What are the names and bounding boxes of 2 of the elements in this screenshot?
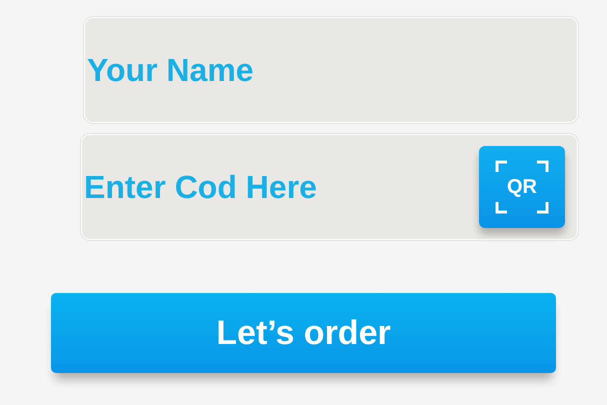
order-button[interactable]: Let’s order — [51, 293, 556, 373]
qr-scan-button[interactable]: QR — [479, 146, 565, 228]
